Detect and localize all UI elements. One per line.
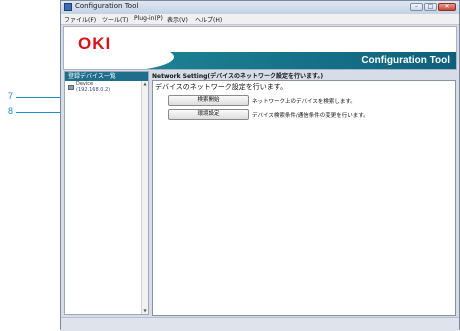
- menu-view[interactable]: 表示(V): [167, 15, 188, 24]
- title-bar[interactable]: Configuration Tool – □ ✕: [61, 1, 459, 14]
- minimize-button[interactable]: –: [410, 3, 423, 11]
- close-button[interactable]: ✕: [438, 3, 456, 11]
- device-list-item[interactable]: Device (192.168.0.2): [65, 81, 148, 95]
- scroll-down-arrow-icon[interactable]: ▼: [142, 308, 148, 314]
- device-list-scrollbar[interactable]: ▲ ▼: [141, 81, 148, 314]
- menu-bar: ファイル(F) ツール(T) Plug-in(P) 表示(V) ヘルプ(H): [61, 14, 459, 25]
- callout-8: 8: [8, 106, 14, 116]
- app-title: Configuration Tool: [361, 55, 450, 66]
- environment-settings-description: デバイス検索条件/通信条件の変更を行います。: [252, 113, 369, 119]
- menu-file[interactable]: ファイル(F): [64, 15, 96, 24]
- status-bar: [61, 317, 459, 331]
- scroll-up-arrow-icon[interactable]: ▲: [142, 81, 148, 87]
- environment-settings-button[interactable]: 環境設定: [168, 109, 249, 120]
- menu-help[interactable]: ヘルプ(H): [195, 15, 222, 24]
- network-setting-panel: デバイスのネットワーク設定を行います。 検索開始 ネットワーク上のデバイスを検索…: [152, 80, 456, 316]
- callout-7: 7: [8, 91, 14, 101]
- app-window: Configuration Tool – □ ✕ ファイル(F) ツール(T) …: [60, 0, 460, 331]
- device-list-header: 登録デバイス一覧: [65, 72, 148, 81]
- start-search-description: ネットワーク上のデバイスを検索します。: [252, 99, 356, 105]
- section-title: Network Setting(デバイスのネットワーク設定を行います。): [152, 73, 324, 80]
- window-title: Configuration Tool: [75, 2, 139, 10]
- registered-device-panel: 登録デバイス一覧 Device (192.168.0.2) ▲ ▼: [64, 71, 149, 315]
- brand-banner: OKI Configuration Tool: [63, 26, 457, 70]
- device-ip: (192.168.0.2): [76, 87, 111, 93]
- printer-icon: [68, 85, 74, 90]
- app-icon: [64, 3, 72, 11]
- oki-logo: OKI: [78, 34, 112, 53]
- menu-tools[interactable]: ツール(T): [102, 15, 128, 24]
- start-search-button[interactable]: 検索開始: [168, 95, 249, 106]
- window-controls: – □ ✕: [410, 3, 456, 11]
- maximize-button[interactable]: □: [424, 3, 437, 11]
- content-heading: デバイスのネットワーク設定を行います。: [155, 83, 288, 91]
- menu-plugin[interactable]: Plug-in(P): [134, 15, 163, 22]
